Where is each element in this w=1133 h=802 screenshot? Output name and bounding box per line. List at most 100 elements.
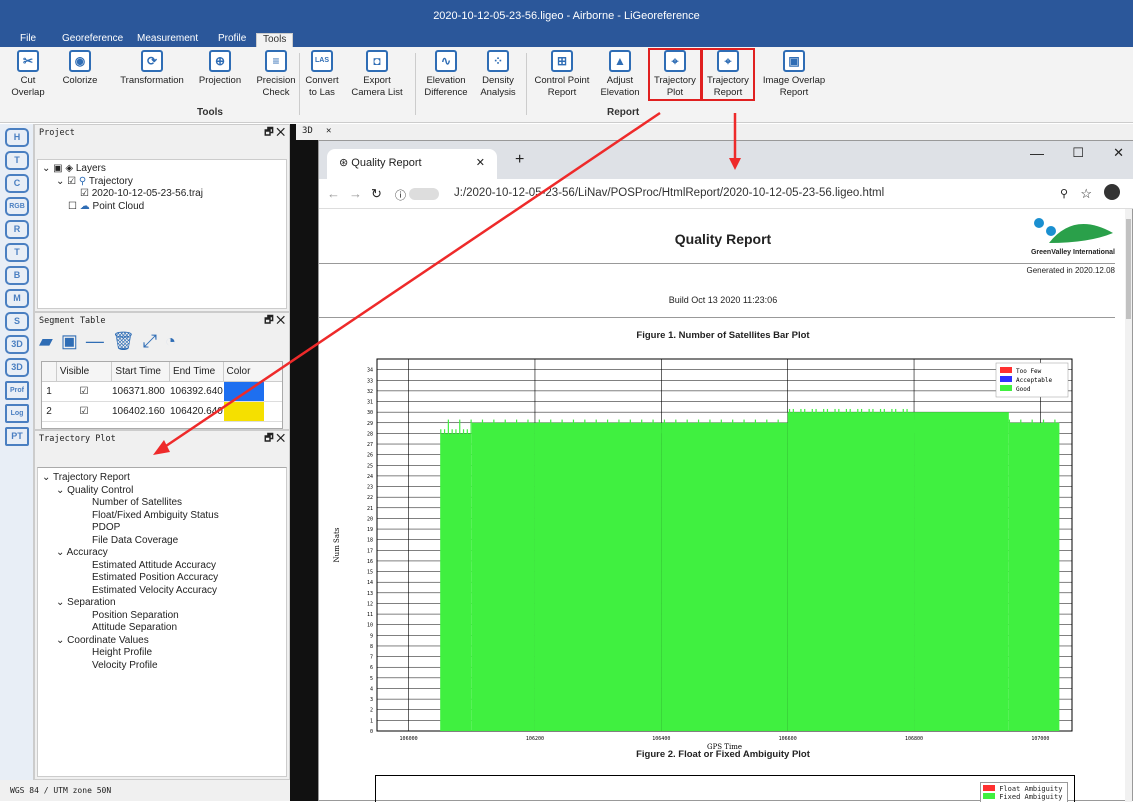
minus-icon[interactable]: — — [86, 331, 112, 351]
left-tool-s-icon[interactable]: S — [5, 312, 29, 331]
projection-button[interactable]: ⊕ Projection — [194, 50, 246, 87]
left-tool-pt-icon[interactable]: PT — [5, 427, 29, 446]
tree-item[interactable]: PDOP — [42, 522, 282, 535]
visible-checkbox[interactable]: ☑ — [56, 382, 112, 401]
table-row[interactable]: 2 ☑ 106402.160 106420.640 — [42, 402, 282, 422]
minimize-icon[interactable]: — — [1030, 145, 1044, 161]
chevron-down-icon[interactable]: ⌄ — [56, 597, 67, 608]
star-icon[interactable]: ☆ — [1080, 186, 1092, 202]
tree-item[interactable]: ⌄ Accuracy — [42, 547, 282, 560]
forward-icon[interactable]: → — [349, 186, 362, 201]
chevron-down-icon[interactable]: ⌄ — [56, 635, 67, 646]
tree-item-traj-file[interactable]: ☑ 2020-10-12-05-23-56.traj — [42, 188, 282, 201]
tree-item[interactable]: ⌄ Separation — [42, 597, 282, 610]
satellite-bar — [713, 429, 715, 434]
back-icon[interactable]: ← — [327, 186, 340, 201]
reload-icon[interactable]: ↻ — [371, 186, 382, 202]
las-button[interactable]: LAS Convert to Las — [300, 50, 344, 99]
maximize-icon[interactable]: ☐ — [1072, 145, 1084, 161]
density-button[interactable]: ⁘ Density Analysis — [475, 50, 521, 99]
tree-item[interactable]: ⌄ Coordinate Values — [42, 635, 282, 648]
color-swatch[interactable] — [224, 402, 264, 421]
elevation-difference-button[interactable]: ∿ Elevation Difference — [420, 50, 472, 99]
menu-measurement[interactable]: Measurement — [131, 33, 204, 47]
segment-col-header[interactable]: Color — [222, 362, 283, 381]
precision-check-button[interactable]: ≡ Precision Check — [252, 50, 300, 99]
menu-georeference[interactable]: Georeference — [56, 33, 129, 47]
browser-tab[interactable]: ⊛ Quality Report ✕ — [327, 149, 497, 179]
menu-tools[interactable]: Tools — [256, 33, 294, 47]
tree-item[interactable]: Float/Fixed Ambiguity Status — [42, 510, 282, 523]
delete-icon[interactable]: 🗑 — [112, 331, 143, 351]
menu-file[interactable]: File — [14, 33, 42, 47]
new-tab-icon[interactable]: + — [515, 151, 524, 169]
tree-item[interactable]: Height Profile — [42, 647, 282, 660]
panel-close-icon[interactable]: 🗗 ✕ — [264, 313, 285, 329]
satellite-bar — [618, 419, 620, 434]
open-folder-icon[interactable]: ▰ — [39, 331, 61, 351]
tab-close-icon[interactable]: ✕ — [326, 126, 331, 136]
chevron-down-icon[interactable]: ⌄ — [56, 485, 67, 496]
tree-item-point-cloud[interactable]: ☐ ☁ Point Cloud — [42, 201, 282, 214]
chevron-down-icon[interactable]: ⌄ — [56, 547, 67, 558]
panel-close-icon[interactable]: 🗗 ✕ — [264, 431, 285, 447]
url-text[interactable]: J:/2020-10-12-05-23-56/LiNav/POSProc/Htm… — [454, 187, 884, 199]
satellite-bar — [641, 419, 643, 434]
left-tool-3d-icon[interactable]: 3D — [5, 358, 29, 377]
image-overlap-button[interactable]: ▣ Image Overlap Report — [758, 50, 830, 99]
close-window-icon[interactable]: ✕ — [1113, 145, 1124, 161]
tree-item[interactable]: Estimated Attitude Accuracy — [42, 560, 282, 573]
segment-col-header[interactable]: End Time — [168, 362, 223, 381]
camera-button[interactable]: ◘ Export Camera List — [345, 50, 409, 99]
left-tool-r-icon[interactable]: R — [5, 220, 29, 239]
segment-col-header[interactable]: Visible — [55, 362, 112, 381]
adjust-elevation-button[interactable]: ▲ Adjust Elevation — [595, 50, 645, 99]
tree-item-layers[interactable]: ⌄ ▣ ◈ Layers — [42, 163, 282, 176]
left-tool-m-icon[interactable]: M — [5, 289, 29, 308]
transformation-icon: ⟳ — [141, 50, 163, 72]
control-point-button[interactable]: ⊞ Control Point Report — [530, 50, 594, 99]
menu-profile[interactable]: Profile — [212, 33, 252, 47]
tree-item[interactable]: ⌄ Quality Control — [42, 485, 282, 498]
cut-overlap-button[interactable]: ✂ Cut Overlap — [8, 50, 48, 99]
tree-item[interactable]: Number of Satellites — [42, 497, 282, 510]
tree-item[interactable]: Estimated Velocity Accuracy — [42, 585, 282, 598]
color-swatch[interactable] — [224, 382, 264, 401]
ribbon-separator — [526, 53, 527, 115]
transformation-button[interactable]: ⟳ Transformation — [112, 50, 192, 87]
left-tool-prof-icon[interactable]: Prof — [5, 381, 29, 400]
left-tool-b-icon[interactable]: B — [5, 266, 29, 285]
zoom-icon[interactable]: ⚲ — [1060, 187, 1068, 200]
tree-item[interactable]: ⌄ Trajectory Report — [42, 472, 282, 485]
tree-item[interactable]: Estimated Position Accuracy — [42, 572, 282, 585]
segment-col-header[interactable]: Start Time — [111, 362, 169, 381]
tree-item[interactable]: Velocity Profile — [42, 660, 282, 673]
colorize-button[interactable]: ◉ Colorize — [55, 50, 105, 87]
trajectory-plot-button[interactable]: ⌖ Trajectory Plot — [648, 48, 702, 101]
tab-3d[interactable]: 3D — [302, 126, 313, 136]
left-tool-c-icon[interactable]: C — [5, 174, 29, 193]
profile-icon[interactable] — [1104, 184, 1120, 200]
expand-icon[interactable]: ⤢ — [143, 331, 165, 351]
tree-item[interactable]: Attitude Separation — [42, 622, 282, 635]
scroll-thumb[interactable] — [1126, 219, 1131, 319]
tab-close-icon[interactable]: ✕ — [476, 149, 485, 177]
visible-checkbox[interactable]: ☑ — [56, 402, 112, 421]
pie-icon[interactable]: ◔ — [165, 331, 184, 351]
tree-item[interactable]: Position Separation — [42, 610, 282, 623]
left-tool-rgb-icon[interactable]: RGB — [5, 197, 29, 216]
left-tool-t-icon[interactable]: T — [5, 151, 29, 170]
left-tool-log-icon[interactable]: Log — [5, 404, 29, 423]
left-tool-h-icon[interactable]: H — [5, 128, 29, 147]
left-tool-t-icon[interactable]: T — [5, 243, 29, 262]
chevron-down-icon[interactable]: ⌄ — [42, 472, 53, 483]
page-scrollbar[interactable] — [1125, 209, 1132, 802]
trajectory-report-button[interactable]: ⌖ Trajectory Report — [701, 48, 755, 101]
save-icon[interactable]: ▣ — [61, 331, 86, 351]
satellite-bar — [709, 419, 711, 434]
panel-close-icon[interactable]: 🗗 ✕ — [264, 125, 285, 141]
tree-item[interactable]: File Data Coverage — [42, 535, 282, 548]
table-row[interactable]: 1 ☑ 106371.800 106392.640 — [42, 382, 282, 402]
left-tool-3d-icon[interactable]: 3D — [5, 335, 29, 354]
tree-item-trajectory[interactable]: ⌄ ☑ ⚲ Trajectory — [42, 176, 282, 189]
